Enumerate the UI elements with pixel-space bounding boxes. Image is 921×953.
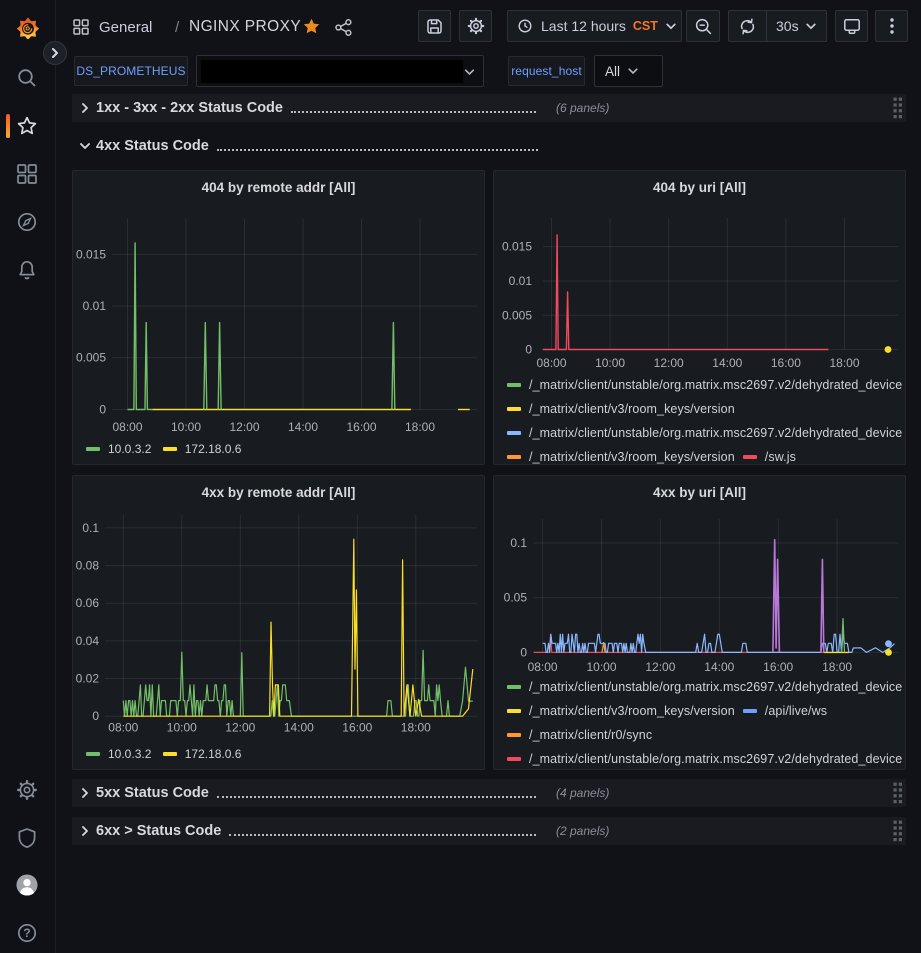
svg-text:0.1: 0.1 xyxy=(510,536,527,550)
svg-text:0.005: 0.005 xyxy=(502,308,532,322)
svg-text:0.02: 0.02 xyxy=(76,672,100,686)
svg-text:10:00: 10:00 xyxy=(171,420,201,434)
svg-text:14:00: 14:00 xyxy=(704,660,734,674)
svg-text:0.04: 0.04 xyxy=(76,634,100,648)
svg-text:12:00: 12:00 xyxy=(654,356,684,370)
svg-text:0: 0 xyxy=(520,645,527,659)
svg-text:16:00: 16:00 xyxy=(346,420,376,434)
svg-text:08:00: 08:00 xyxy=(108,721,138,735)
svg-text:0.08: 0.08 xyxy=(76,559,100,573)
svg-text:18:00: 18:00 xyxy=(401,721,431,735)
svg-text:16:00: 16:00 xyxy=(763,660,793,674)
svg-text:18:00: 18:00 xyxy=(829,356,859,370)
svg-text:18:00: 18:00 xyxy=(822,660,852,674)
svg-text:0.015: 0.015 xyxy=(502,240,532,254)
svg-text:12:00: 12:00 xyxy=(225,721,255,735)
svg-text:0.06: 0.06 xyxy=(76,596,100,610)
svg-text:08:00: 08:00 xyxy=(528,660,558,674)
svg-text:0.015: 0.015 xyxy=(76,247,106,261)
svg-text:12:00: 12:00 xyxy=(229,420,259,434)
svg-text:0: 0 xyxy=(525,343,532,357)
svg-text:08:00: 08:00 xyxy=(112,420,142,434)
svg-text:0: 0 xyxy=(99,403,106,417)
svg-text:0.05: 0.05 xyxy=(504,591,528,605)
svg-text:0.01: 0.01 xyxy=(83,299,107,313)
svg-text:08:00: 08:00 xyxy=(536,356,566,370)
svg-text:18:00: 18:00 xyxy=(405,420,435,434)
svg-text:10:00: 10:00 xyxy=(167,721,197,735)
svg-text:12:00: 12:00 xyxy=(645,660,675,674)
svg-text:0: 0 xyxy=(92,709,99,723)
svg-text:0.01: 0.01 xyxy=(509,274,533,288)
svg-text:14:00: 14:00 xyxy=(712,356,742,370)
svg-text:10:00: 10:00 xyxy=(586,660,616,674)
svg-text:0.1: 0.1 xyxy=(82,521,99,535)
svg-text:10:00: 10:00 xyxy=(595,356,625,370)
svg-text:16:00: 16:00 xyxy=(342,721,372,735)
svg-text:14:00: 14:00 xyxy=(288,420,318,434)
svg-text:0.005: 0.005 xyxy=(76,351,106,365)
svg-text:16:00: 16:00 xyxy=(771,356,801,370)
svg-text:14:00: 14:00 xyxy=(284,721,314,735)
